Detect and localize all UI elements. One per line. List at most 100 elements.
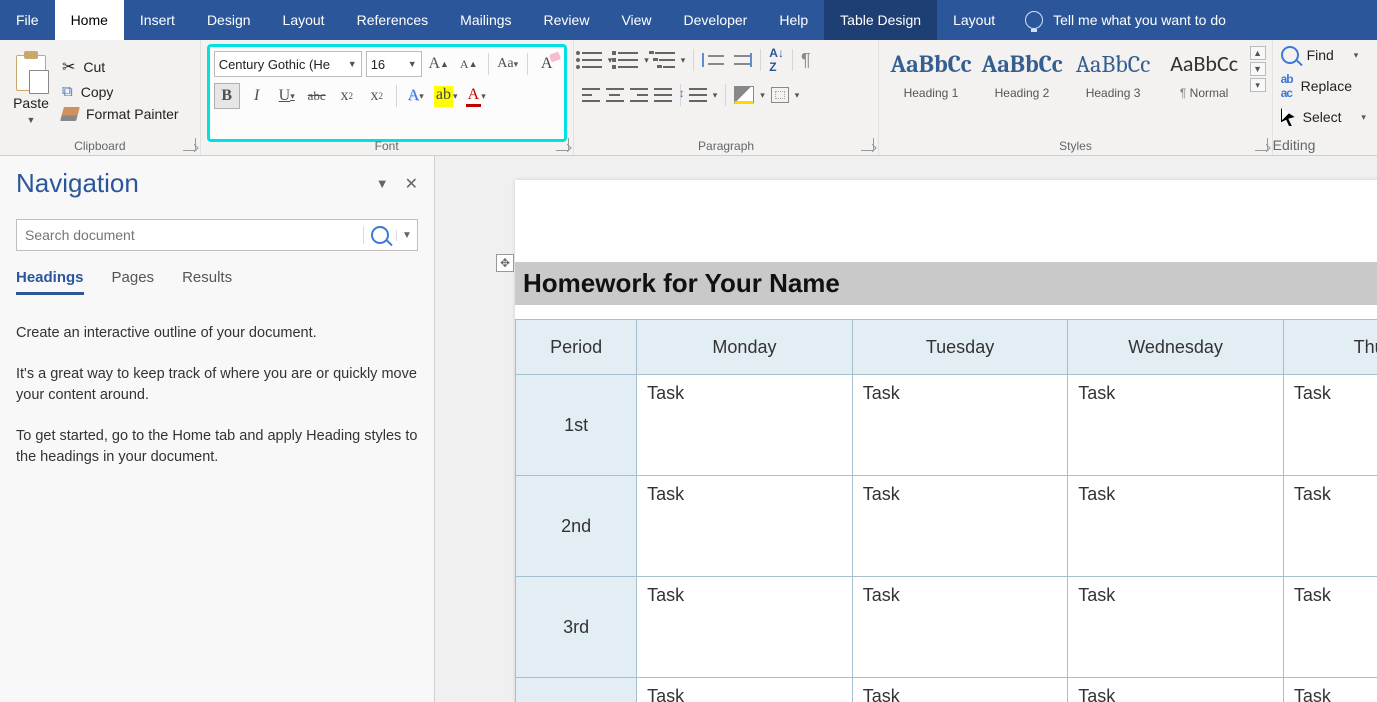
nav-search-input[interactable]: [17, 227, 363, 243]
period-cell[interactable]: 2nd: [516, 476, 637, 577]
font-name-combo[interactable]: Century Gothic (He ▼: [214, 51, 362, 77]
numbering-button[interactable]: [618, 52, 638, 68]
nav-search-go[interactable]: [363, 226, 396, 244]
show-marks-button[interactable]: ¶: [801, 50, 811, 71]
nav-search-more[interactable]: ▼: [396, 230, 417, 241]
nav-tab-results[interactable]: Results: [182, 269, 232, 295]
down-caret-icon[interactable]: ▼: [1250, 62, 1266, 76]
more-styles-icon[interactable]: ▾: [1250, 78, 1266, 92]
sort-button[interactable]: A↓Z: [769, 46, 784, 74]
homework-table[interactable]: Period Monday Tuesday Wednesday Thursday…: [515, 319, 1377, 702]
task-cell[interactable]: Task: [1283, 476, 1377, 577]
task-cell[interactable]: Task: [637, 678, 853, 702]
strikethrough-button[interactable]: abc: [304, 83, 330, 109]
tab-file[interactable]: File: [0, 0, 55, 40]
col-thursday[interactable]: Thursday: [1283, 320, 1377, 375]
task-cell[interactable]: Task: [852, 375, 1068, 476]
tab-table-layout[interactable]: Layout: [937, 0, 1011, 40]
task-cell[interactable]: Task: [852, 577, 1068, 678]
paragraph-launcher[interactable]: [861, 138, 874, 151]
tab-references[interactable]: References: [341, 0, 445, 40]
tab-developer[interactable]: Developer: [668, 0, 764, 40]
styles-gallery-scroll[interactable]: ▲ ▼ ▾: [1250, 46, 1266, 92]
cut-button[interactable]: ✂Cut: [62, 57, 179, 77]
col-period[interactable]: Period: [516, 320, 637, 375]
tab-design[interactable]: Design: [191, 0, 267, 40]
tab-home[interactable]: Home: [55, 0, 124, 40]
find-button[interactable]: Find ▾: [1281, 46, 1373, 64]
task-cell[interactable]: Task: [1068, 375, 1284, 476]
nav-tab-pages[interactable]: Pages: [112, 269, 155, 295]
justify-button[interactable]: [654, 88, 672, 102]
clipboard-launcher[interactable]: [183, 138, 196, 151]
select-button[interactable]: Select ▾: [1281, 108, 1373, 126]
tab-insert[interactable]: Insert: [124, 0, 191, 40]
increase-indent-button[interactable]: [730, 53, 752, 67]
document-title[interactable]: Homework for Your Name: [515, 262, 1377, 305]
nav-search[interactable]: ▼: [16, 219, 418, 251]
line-spacing-button[interactable]: [689, 88, 707, 102]
col-wednesday[interactable]: Wednesday: [1068, 320, 1284, 375]
bold-button[interactable]: B: [214, 83, 240, 109]
replace-button[interactable]: abacReplace: [1281, 72, 1373, 100]
shrink-font-button[interactable]: A▲: [456, 51, 482, 77]
borders-button[interactable]: [771, 87, 789, 103]
font-color-button[interactable]: A ▾: [463, 83, 489, 109]
tab-help[interactable]: Help: [763, 0, 824, 40]
task-cell[interactable]: Task: [637, 375, 853, 476]
style-heading3[interactable]: AaBbCc Heading 3: [1068, 46, 1159, 104]
tab-mailings[interactable]: Mailings: [444, 0, 527, 40]
underline-button[interactable]: U ▾: [274, 83, 300, 109]
highlight-button[interactable]: ab ▾: [433, 83, 459, 109]
task-cell[interactable]: Task: [852, 678, 1068, 702]
period-cell[interactable]: 3rd: [516, 577, 637, 678]
tab-view[interactable]: View: [605, 0, 667, 40]
table-move-handle[interactable]: ✥: [496, 254, 514, 272]
tab-table-design[interactable]: Table Design: [824, 0, 937, 40]
period-cell[interactable]: 4th: [516, 678, 637, 702]
tell-me[interactable]: Tell me what you want to do: [1011, 0, 1377, 40]
style-heading1[interactable]: AaBbCc Heading 1: [885, 46, 976, 104]
align-center-button[interactable]: [606, 88, 624, 102]
align-right-button[interactable]: [630, 88, 648, 102]
task-cell[interactable]: Task: [852, 476, 1068, 577]
tab-review[interactable]: Review: [528, 0, 606, 40]
format-painter-button[interactable]: Format Painter: [62, 106, 179, 122]
style-heading2[interactable]: AaBbCc Heading 2: [976, 46, 1067, 104]
col-tuesday[interactable]: Tuesday: [852, 320, 1068, 375]
col-monday[interactable]: Monday: [637, 320, 853, 375]
clear-formatting-button[interactable]: A: [534, 51, 560, 77]
style-normal[interactable]: AaBbCc Normal: [1159, 46, 1250, 104]
task-cell[interactable]: Task: [637, 476, 853, 577]
task-cell[interactable]: Task: [1283, 375, 1377, 476]
task-cell[interactable]: Task: [637, 577, 853, 678]
task-cell[interactable]: Task: [1068, 678, 1284, 702]
task-cell[interactable]: Task: [1068, 577, 1284, 678]
tab-layout[interactable]: Layout: [267, 0, 341, 40]
change-case-button[interactable]: Aa ▾: [495, 51, 521, 77]
superscript-button[interactable]: x2: [364, 83, 390, 109]
up-caret-icon[interactable]: ▲: [1250, 46, 1266, 60]
task-cell[interactable]: Task: [1283, 678, 1377, 702]
document-area[interactable]: ✥ Homework for Your Name Period Monday T…: [435, 156, 1377, 702]
font-launcher[interactable]: [556, 138, 569, 151]
decrease-indent-button[interactable]: [702, 53, 724, 67]
bullets-button[interactable]: [582, 52, 602, 68]
styles-launcher[interactable]: [1255, 138, 1268, 151]
italic-button[interactable]: I: [244, 83, 270, 109]
page[interactable]: ✥ Homework for Your Name Period Monday T…: [515, 180, 1377, 702]
nav-close-button[interactable]: ✕: [405, 174, 418, 194]
task-cell[interactable]: Task: [1068, 476, 1284, 577]
text-effects-button[interactable]: A ▾: [403, 83, 429, 109]
copy-button[interactable]: ⧉Copy: [62, 83, 179, 100]
period-cell[interactable]: 1st: [516, 375, 637, 476]
shading-button[interactable]: [734, 86, 754, 104]
nav-menu-button[interactable]: ▼: [376, 176, 389, 191]
align-left-button[interactable]: [582, 88, 600, 102]
font-size-combo[interactable]: 16 ▼: [366, 51, 422, 77]
nav-tab-headings[interactable]: Headings: [16, 269, 84, 295]
multilevel-list-button[interactable]: [655, 52, 675, 68]
grow-font-button[interactable]: A▲: [426, 51, 452, 77]
subscript-button[interactable]: x2: [334, 83, 360, 109]
paste-button[interactable]: Paste ▼: [6, 44, 56, 135]
